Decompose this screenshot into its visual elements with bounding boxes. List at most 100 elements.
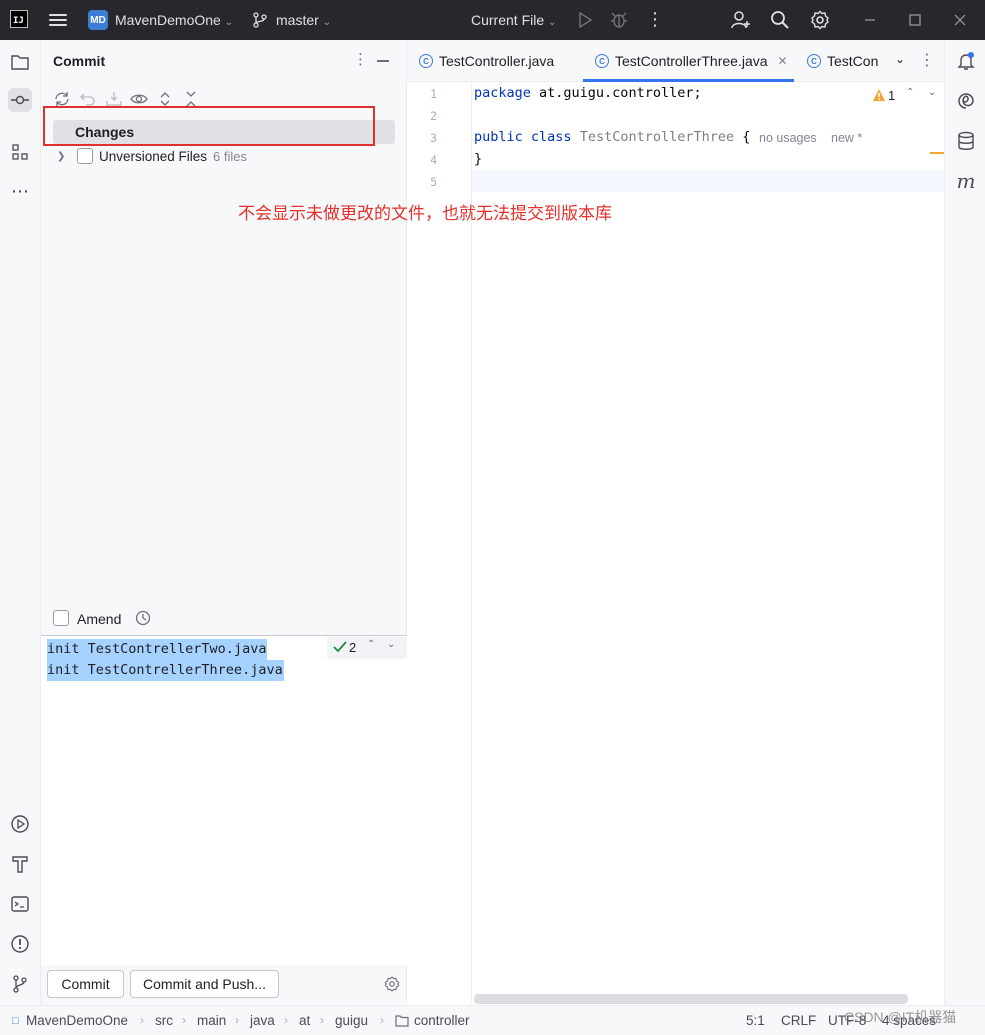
right-tool-strip: m [944,40,985,1005]
commit-options-gear-icon[interactable] [384,976,400,992]
line-ending[interactable]: CRLF [781,1013,816,1028]
structure-icon[interactable] [8,140,32,164]
keyword: public class [474,129,572,145]
tab-label: TestControllerThree.java [615,53,768,69]
java-class-icon: C [419,54,433,68]
breadcrumb-item[interactable]: MavenDemoOne [26,1013,128,1028]
amend-checkbox[interactable] [53,610,69,626]
breadcrumb-item[interactable]: main [197,1013,226,1028]
breadcrumb-item[interactable]: controller [414,1013,470,1028]
keyword: package [474,85,531,101]
run-icon[interactable] [576,11,594,29]
project-switcher[interactable]: MavenDemoOne ⌄ [115,12,233,28]
breadcrumb-item[interactable]: guigu [335,1013,368,1028]
breadcrumb-item[interactable]: at [299,1013,310,1028]
chevron-right-icon[interactable]: ❯ [57,151,65,162]
warning-icon [873,89,885,101]
tab-options-icon[interactable]: ⋮ [919,50,935,70]
breadcrumb-item[interactable]: java [250,1013,275,1028]
chevron-down-icon[interactable]: ⌄ [928,87,936,98]
commit-panel-title: Commit [53,53,106,69]
chevron-up-icon[interactable]: ⌃ [906,87,914,98]
more-tools-icon[interactable]: ⋯ [8,179,32,203]
commit-and-push-button[interactable]: Commit and Push... [130,970,279,998]
tab-testcon[interactable]: C TestCon [807,40,881,82]
line-number: 2 [430,109,437,123]
build-hammer-icon[interactable] [8,852,32,876]
project-name: MavenDemoOne [115,12,221,28]
annotation-text: 不会显示未做更改的文件，也就无法提交到版本库 [238,204,612,224]
chevron-down-icon[interactable]: ⌄ [387,639,395,650]
module-icon: □ [12,1015,19,1027]
project-badge[interactable]: MD [88,10,108,30]
commit-panel: Commit ⋮ Changes ❯ Unversioned Files 6 f… [41,40,407,1005]
git-icon[interactable] [8,972,32,996]
tab-label: TestCon [827,53,879,69]
unversioned-label: Unversioned Files [99,149,208,164]
author-hint[interactable]: new * [831,131,862,145]
run-services-icon[interactable] [8,812,32,836]
unversioned-files-node[interactable]: ❯ Unversioned Files 6 files [53,146,395,168]
commit-button[interactable]: Commit [47,970,124,998]
editor-tabs: C TestController.java C TestControllerTh… [407,40,944,82]
intellij-logo-icon[interactable]: IJ [10,10,28,28]
database-icon[interactable] [955,130,977,152]
left-tool-strip: ⋯ [0,40,41,1005]
commit-message-line: init TestContrellerTwo.java [47,639,268,660]
chevron-down-icon: ⌄ [548,17,557,28]
chevron-up-icon[interactable]: ⌃ [367,639,375,650]
terminal-icon[interactable] [8,892,32,916]
branch-switcher[interactable]: master ⌄ [276,12,331,28]
tab-list-chevron-icon[interactable]: ⌄ [895,52,905,66]
commit-message-editor[interactable]: init TestContrellerTwo.java init TestCon… [41,635,407,965]
breadcrumb-separator-icon: › [235,1013,239,1027]
package-name: at.guigu.controller; [530,85,702,101]
notifications-bell-icon[interactable] [955,50,977,72]
warning-stripe-marker[interactable] [930,152,944,154]
commit-history-clock-icon[interactable] [135,610,151,626]
maven-icon[interactable]: m [955,169,977,193]
search-icon[interactable] [770,10,790,30]
breadcrumb-separator-icon: › [320,1013,324,1027]
breadcrumb-separator-icon: › [380,1013,384,1027]
amend-label[interactable]: Amend [77,611,121,627]
horizontal-scrollbar[interactable] [474,994,908,1004]
folder-icon [395,1015,409,1027]
usages-hint[interactable]: no usages [759,131,817,145]
code-line-1: package at.guigu.controller; [474,85,702,101]
spellcheck-count: 2 [349,640,357,655]
code-line-3: public class TestControllerThree { [474,129,750,145]
more-actions-icon[interactable]: ⋮ [646,10,664,29]
commit-tool-icon[interactable] [8,88,32,112]
hide-panel-icon[interactable] [377,60,389,62]
close-window-icon[interactable] [950,10,970,30]
breadcrumb-separator-icon: › [284,1013,288,1027]
line-number: 3 [430,131,437,145]
unversioned-checkbox[interactable] [77,148,93,164]
project-folder-icon[interactable] [8,50,32,74]
code-line-4: } [474,151,483,167]
caret-position[interactable]: 5:1 [746,1013,765,1028]
maximize-icon[interactable] [905,10,925,30]
run-config-label: Current File [471,12,545,28]
gear-icon[interactable] [810,10,830,30]
tab-testcontroller[interactable]: C TestController.java [419,40,569,82]
tab-testcontrollerthree[interactable]: C TestControllerThree.java ✕ [583,40,794,82]
problems-icon[interactable] [8,932,32,956]
main-menu-icon[interactable] [48,11,68,29]
watermark: CSDN @IT机器猫 [844,1009,957,1025]
brace: { [734,129,751,145]
breadcrumb-separator-icon: › [182,1013,186,1027]
ai-assistant-spiral-icon[interactable] [955,90,977,112]
add-user-icon[interactable] [731,10,751,30]
annotation-red-box [43,106,375,146]
run-config-selector[interactable]: Current File ⌄ [471,12,556,28]
spellcheck-badge[interactable]: 2 ⌃ ⌄ [327,637,407,659]
close-tab-icon[interactable]: ✕ [778,54,788,68]
breadcrumb-item[interactable]: src [155,1013,173,1028]
branch-name: master [276,12,319,28]
minimize-icon[interactable] [860,10,880,30]
git-branch-icon [253,12,267,28]
debug-icon[interactable] [610,10,628,30]
panel-options-icon[interactable]: ⋮ [353,52,368,70]
